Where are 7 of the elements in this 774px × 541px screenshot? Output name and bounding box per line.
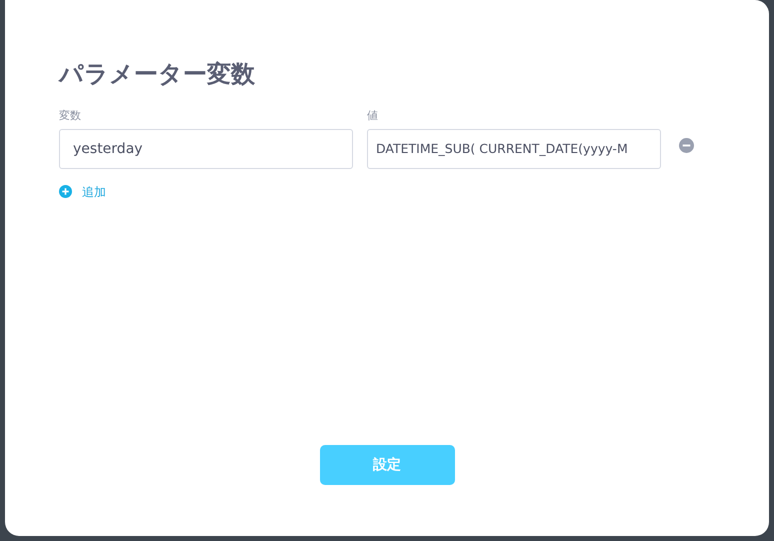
column-label: 値: [367, 108, 379, 124]
remove-icon[interactable]: [679, 138, 694, 153]
plus-icon: [59, 185, 72, 198]
value-field[interactable]: DATETIME_SUB( CURRENT_DATE(yyyy-M: [367, 128, 661, 168]
variable-field[interactable]: yesterday: [59, 128, 353, 168]
dialog-title: パラメーター変数: [59, 59, 256, 90]
column-label: 変数: [59, 108, 82, 124]
